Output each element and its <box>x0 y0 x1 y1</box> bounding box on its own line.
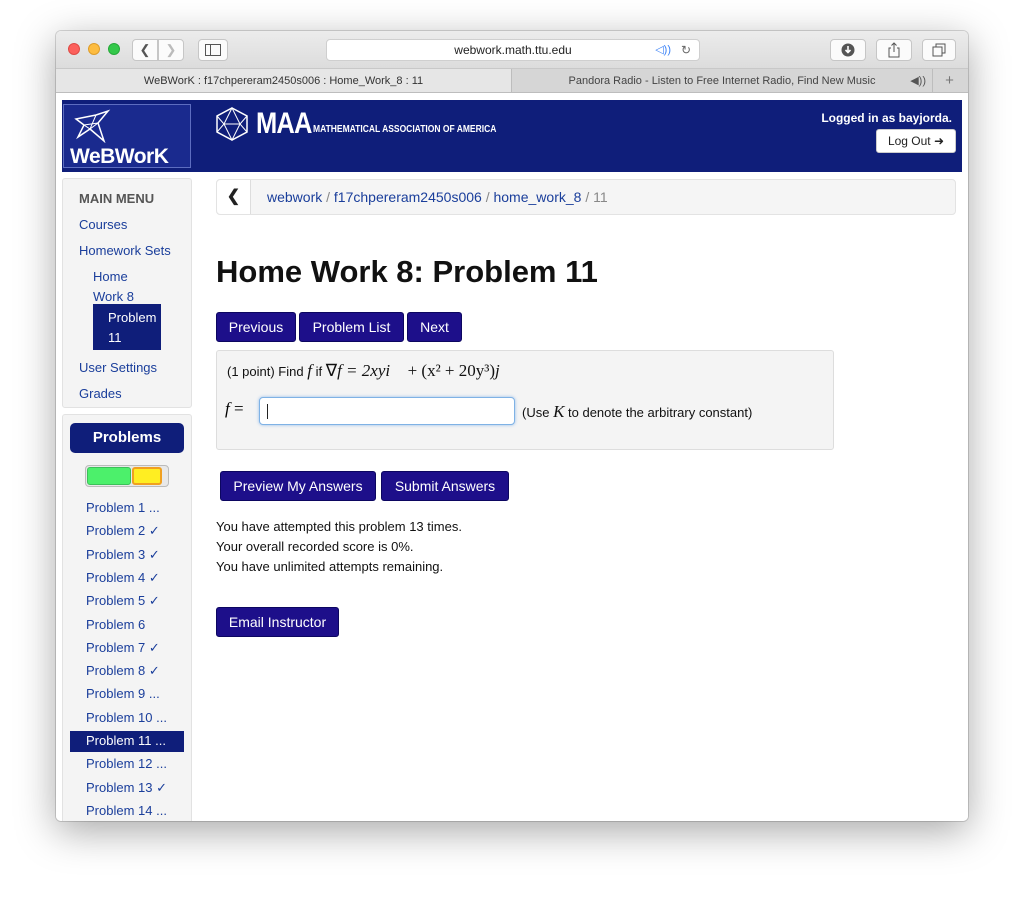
tabs-icon <box>932 43 946 57</box>
text-caret <box>267 404 268 419</box>
maa-subtitle: MATHEMATICAL ASSOCIATION OF AMERICA <box>313 123 497 135</box>
sign-out-icon: ➜ <box>933 134 945 148</box>
constant-hint: (Use K to denote the arbitrary constant) <box>522 402 753 421</box>
submit-answers-button[interactable]: Submit Answers <box>381 471 509 501</box>
previous-button[interactable]: Previous <box>216 312 296 342</box>
tab-pandora[interactable]: Pandora Radio - Listen to Free Internet … <box>512 69 932 92</box>
problem-list-button[interactable]: Problem List <box>299 312 404 342</box>
progress-correct <box>87 467 131 485</box>
problem-list-item[interactable]: Problem 13 ✓ <box>70 778 184 799</box>
back-button[interactable]: ❮ <box>132 39 158 61</box>
menu-problem-11-line2: 11 <box>108 330 122 345</box>
breadcrumb-webwork[interactable]: webwork <box>267 189 322 205</box>
reload-icon[interactable]: ↻ <box>681 40 691 60</box>
attempt-status: You have attempted this problem 13 times… <box>216 517 462 577</box>
progress-bar <box>85 465 169 487</box>
zoom-window-button[interactable] <box>108 43 120 55</box>
share-icon <box>888 42 900 58</box>
menu-grades-link[interactable]: Grades <box>79 386 122 401</box>
problems-panel: Problems Problem 1 ... Problem 2 ✓ Problem… <box>62 414 192 821</box>
new-tab-button[interactable]: + <box>932 69 966 92</box>
chevron-left-icon: ❮ <box>226 188 241 205</box>
problem-list-item[interactable]: Problem 10 ... <box>70 708 184 729</box>
breadcrumb-back-button[interactable]: ❮ <box>217 180 251 214</box>
header-banner: WeBWorK MAA MATHEMATICAL ASSOCIATION OF … <box>62 100 962 172</box>
problem-list-item[interactable]: Problem 3 ✓ <box>70 545 184 566</box>
webwork-star-icon <box>74 109 111 143</box>
preview-answers-button[interactable]: Preview My Answers <box>220 471 376 501</box>
maa-logo-text: MAA <box>256 107 312 140</box>
score-text: Your overall recorded score is 0%. <box>216 539 414 554</box>
breadcrumb: ❮ webwork / f17chpereram2450s006 / home_… <box>216 179 956 215</box>
problem-box: (1 point) Find f if ∇f = 2xyi⃗ + (x² + 2… <box>216 350 834 450</box>
next-button[interactable]: Next <box>407 312 462 342</box>
maa-icosahedron-icon <box>216 106 248 142</box>
problem-list-item[interactable]: Problem 11 ... <box>70 731 184 752</box>
tab-pandora-title: Pandora Radio - Listen to Free Internet … <box>568 75 876 87</box>
maa-logo[interactable]: MAA MATHEMATICAL ASSOCIATION OF AMERICA <box>214 106 529 142</box>
menu-homework-sets-link[interactable]: Homework Sets <box>79 243 171 258</box>
main-menu-title: MAIN MENU <box>79 191 155 206</box>
problem-list-item[interactable]: Problem 5 ✓ <box>70 591 184 612</box>
problem-list-item[interactable]: Problem 12 ... <box>70 754 184 775</box>
show-tabs-button[interactable] <box>922 39 956 61</box>
problem-list-item[interactable]: Problem 14 ... <box>70 801 184 821</box>
answer-input[interactable] <box>259 397 515 425</box>
webwork-logo[interactable]: WeBWorK <box>63 104 191 168</box>
share-button[interactable] <box>876 39 912 61</box>
problem-statement: (1 point) Find f if ∇f = 2xyi⃗ + (x² + 2… <box>227 361 513 380</box>
menu-user-settings-link[interactable]: User Settings <box>79 360 157 375</box>
minimize-window-button[interactable] <box>88 43 100 55</box>
breadcrumb-trail: webwork / f17chpereram2450s006 / home_wo… <box>267 180 608 214</box>
address-bar[interactable]: webwork.math.ttu.edu ◁)) ↻ <box>326 39 700 61</box>
problem-list-item[interactable]: Problem 7 ✓ <box>70 638 184 659</box>
download-icon <box>841 43 855 57</box>
webpage: WeBWorK MAA MATHEMATICAL ASSOCIATION OF … <box>56 94 968 821</box>
tab-bar: WeBWorK : f17chpereram2450s006 : Home_Wo… <box>56 69 968 93</box>
logout-label: Log Out <box>887 134 931 148</box>
problem-list-item[interactable]: Problem 1 ... <box>70 498 184 519</box>
chevron-right-icon: ❯ <box>165 42 177 57</box>
tab-webwork[interactable]: WeBWorK : f17chpereram2450s006 : Home_Wo… <box>56 69 512 92</box>
logged-in-text: Logged in as bayjorda. <box>821 111 952 125</box>
menu-home-work-8-line2[interactable]: Work 8 <box>93 289 134 304</box>
menu-courses-link[interactable]: Courses <box>79 217 127 232</box>
audio-playing-icon[interactable]: ◁)) <box>655 40 671 60</box>
breadcrumb-sep: / <box>326 189 331 205</box>
problem-list-item[interactable]: Problem 8 ✓ <box>70 661 184 682</box>
email-instructor-button[interactable]: Email Instructor <box>216 607 339 637</box>
breadcrumb-course[interactable]: f17chpereram2450s006 <box>334 189 482 205</box>
attempts-text: You have attempted this problem 13 times… <box>216 519 462 534</box>
problems-button[interactable]: Problems <box>70 423 184 453</box>
problem-list-item[interactable]: Problem 6 <box>70 615 184 636</box>
speaker-icon[interactable]: ◀)) <box>910 69 926 92</box>
breadcrumb-problem: 11 <box>593 189 608 205</box>
forward-button[interactable]: ❯ <box>158 39 184 61</box>
answer-label: f = <box>225 399 244 418</box>
problem-list-item[interactable]: Problem 9 ... <box>70 684 184 705</box>
problem-list-item[interactable]: Problem 4 ✓ <box>70 568 184 589</box>
downloads-button[interactable] <box>830 39 866 61</box>
menu-problem-11-line1: Problem <box>108 310 157 325</box>
main-menu: MAIN MENU Courses Homework Sets Home Wor… <box>62 178 192 408</box>
logout-button[interactable]: Log Out ➜ <box>876 129 956 153</box>
url-text: webwork.math.ttu.edu <box>454 43 572 57</box>
sidebar-toggle-button[interactable] <box>198 39 228 61</box>
browser-window: ❮ ❯ webwork.math.ttu.edu ◁)) ↻ WeBWorK :… <box>56 31 968 821</box>
breadcrumb-set[interactable]: home_work_8 <box>493 189 581 205</box>
close-window-button[interactable] <box>68 43 80 55</box>
breadcrumb-sep: / <box>585 189 590 205</box>
progress-partial <box>132 467 162 485</box>
sidebar-icon <box>205 44 221 56</box>
webwork-logo-text: WeBWorK <box>70 145 169 168</box>
menu-problem-11-active[interactable]: Problem 11 <box>93 304 161 350</box>
menu-home-work-8-line1[interactable]: Home <box>93 269 128 284</box>
problem-list-item[interactable]: Problem 2 ✓ <box>70 521 184 542</box>
chevron-left-icon: ❮ <box>139 42 151 57</box>
browser-toolbar: ❮ ❯ webwork.math.ttu.edu ◁)) ↻ <box>56 31 968 69</box>
page-title: Home Work 8: Problem 11 <box>216 254 598 289</box>
remaining-text: You have unlimited attempts remaining. <box>216 559 444 574</box>
